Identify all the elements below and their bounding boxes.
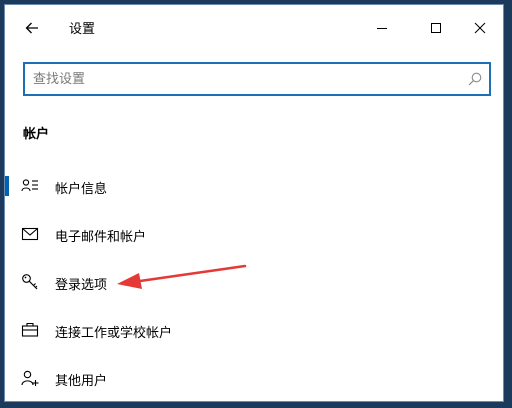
- nav-item-label: 登录选项: [55, 278, 108, 293]
- desktop-background: 设置 帐户: [0, 0, 512, 408]
- nav-item-label: 帐户信息: [55, 182, 108, 197]
- close-icon: [474, 22, 486, 34]
- search-icon[interactable]: [467, 71, 483, 87]
- search-box[interactable]: [23, 62, 491, 96]
- briefcase-icon: [21, 322, 39, 337]
- back-button[interactable]: [15, 11, 49, 45]
- settings-window: 设置 帐户: [4, 4, 504, 402]
- active-indicator: [5, 176, 9, 196]
- nav-item-email-accounts[interactable]: 电子邮件和帐户: [5, 217, 305, 251]
- nav-item-label: 连接工作或学校帐户: [55, 326, 173, 341]
- title-bar: 设置: [5, 5, 503, 49]
- nav-item-label: 其他用户: [55, 374, 108, 389]
- nav-item-label: 电子邮件和帐户: [55, 230, 147, 245]
- window-title: 设置: [69, 22, 96, 37]
- key-icon: [22, 274, 38, 290]
- nav-item-account-info[interactable]: 帐户信息: [5, 169, 305, 203]
- nav-item-other-users[interactable]: 其他用户: [5, 361, 305, 395]
- minimize-button[interactable]: [359, 11, 405, 45]
- nav-item-sign-in-options[interactable]: 登录选项: [5, 265, 305, 299]
- maximize-icon: [431, 23, 441, 33]
- search-input[interactable]: [33, 64, 453, 94]
- person-add-icon: [21, 370, 39, 386]
- section-heading: 帐户: [23, 127, 50, 142]
- person-list-icon: [21, 179, 38, 192]
- mail-icon: [21, 227, 39, 241]
- maximize-button[interactable]: [413, 11, 459, 45]
- nav-item-access-work-school[interactable]: 连接工作或学校帐户: [5, 313, 305, 347]
- minimize-icon: [377, 28, 387, 29]
- back-arrow-icon: [25, 22, 38, 34]
- close-button[interactable]: [457, 11, 503, 45]
